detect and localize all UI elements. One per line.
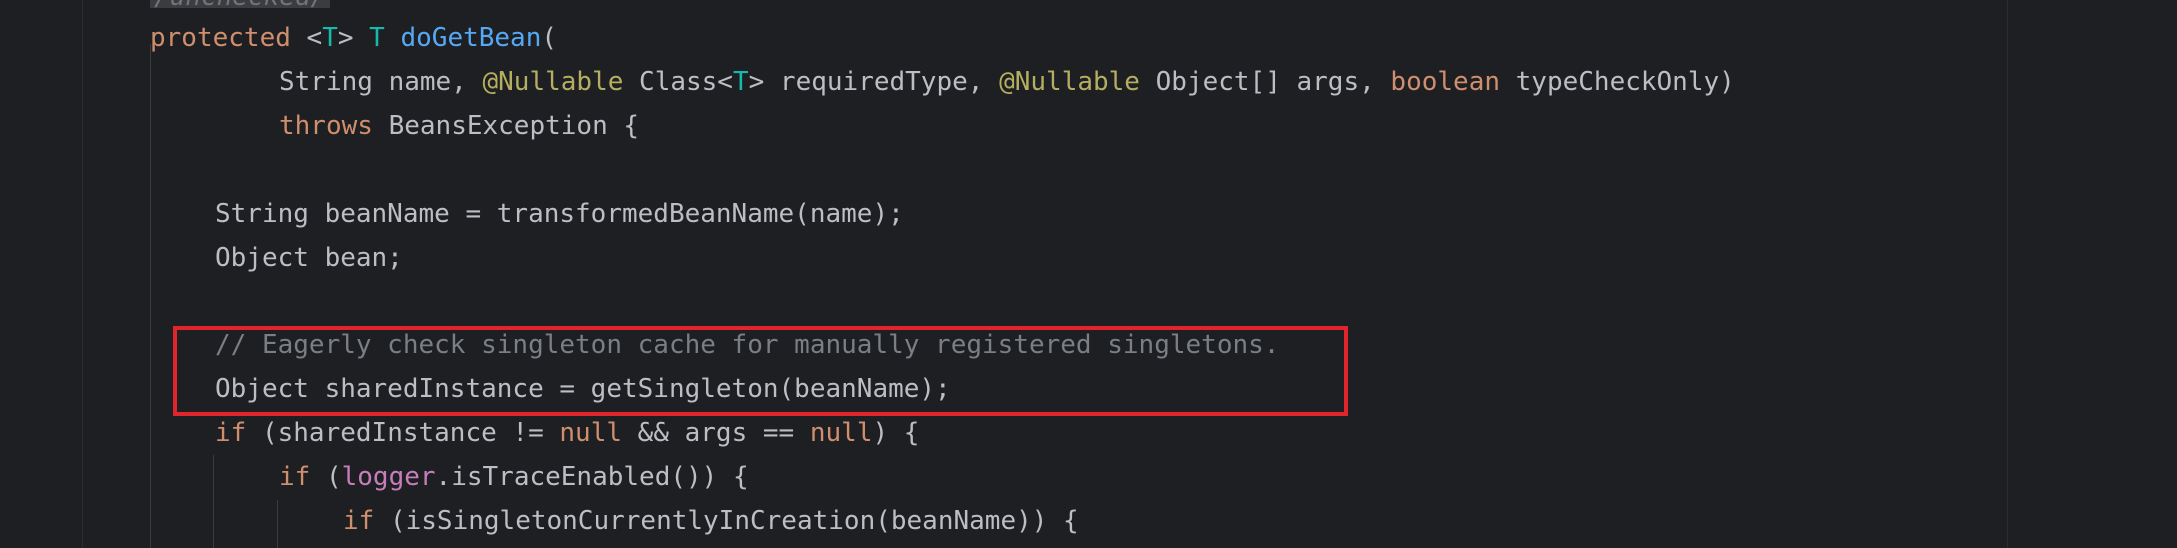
code-token: > (337, 23, 370, 53)
code-token: T (369, 23, 385, 53)
code-token: < (290, 23, 323, 53)
code-line[interactable]: Object bean; (215, 236, 403, 280)
code-token: ( (310, 462, 342, 492)
code-token: @Nullable (999, 67, 1140, 97)
code-token: String beanName = transformedBeanName(na… (215, 199, 904, 229)
code-token: String name, (279, 67, 483, 97)
gutter-divider (82, 0, 83, 548)
code-token: if (279, 462, 311, 492)
code-token: boolean (1390, 67, 1500, 97)
code-line[interactable]: throws BeansException { (279, 104, 639, 148)
code-token: null (809, 418, 873, 448)
code-token: T (732, 67, 749, 97)
indent-guide (213, 455, 214, 548)
code-line[interactable]: String name, @Nullable Class<T> required… (279, 60, 1735, 104)
code-token: Object bean; (215, 243, 403, 273)
code-line[interactable]: String beanName = transformedBeanName(na… (215, 192, 904, 236)
code-token: typeCheckOnly) (1500, 67, 1735, 97)
code-line[interactable]: if (isSingletonCurrentlyInCreation(beanN… (343, 499, 1079, 543)
code-token: logger (341, 462, 436, 492)
code-token: @Nullable (482, 67, 624, 97)
indent-guide (277, 500, 278, 548)
code-token: Class< (623, 67, 733, 97)
code-token: if (215, 418, 247, 448)
code-line[interactable]: if (sharedInstance != null && args == nu… (215, 411, 919, 455)
code-line[interactable]: protected <T> T doGetBean( (150, 16, 557, 60)
indent-guide (150, 44, 151, 548)
code-line[interactable]: if (logger.isTraceEnabled()) { (279, 455, 749, 499)
code-token: doGetBean (400, 23, 542, 53)
code-token: ( (541, 23, 558, 53)
code-token: BeansException { (372, 111, 640, 141)
code-token: && args == (622, 418, 810, 448)
right-margin-divider (2007, 0, 2008, 548)
code-token: protected (150, 23, 291, 53)
code-token: if (343, 506, 375, 536)
suppress-warnings-annotation: /unchecked/ (150, 0, 331, 10)
code-token: T (322, 23, 338, 53)
highlight-box (173, 326, 1348, 416)
code-token: > requiredType, (748, 67, 1000, 97)
code-token: .isTraceEnabled()) { (435, 462, 749, 492)
code-editor[interactable]: /unchecked/ protected <T> T doGetBean( S… (0, 0, 2177, 548)
code-token: null (559, 418, 623, 448)
code-token: throws (279, 111, 373, 141)
code-token: Object[] args, (1139, 67, 1391, 97)
code-token: (isSingletonCurrentlyInCreation(beanName… (374, 506, 1079, 536)
code-token: ) { (872, 418, 920, 448)
code-token: (sharedInstance != (246, 418, 560, 448)
